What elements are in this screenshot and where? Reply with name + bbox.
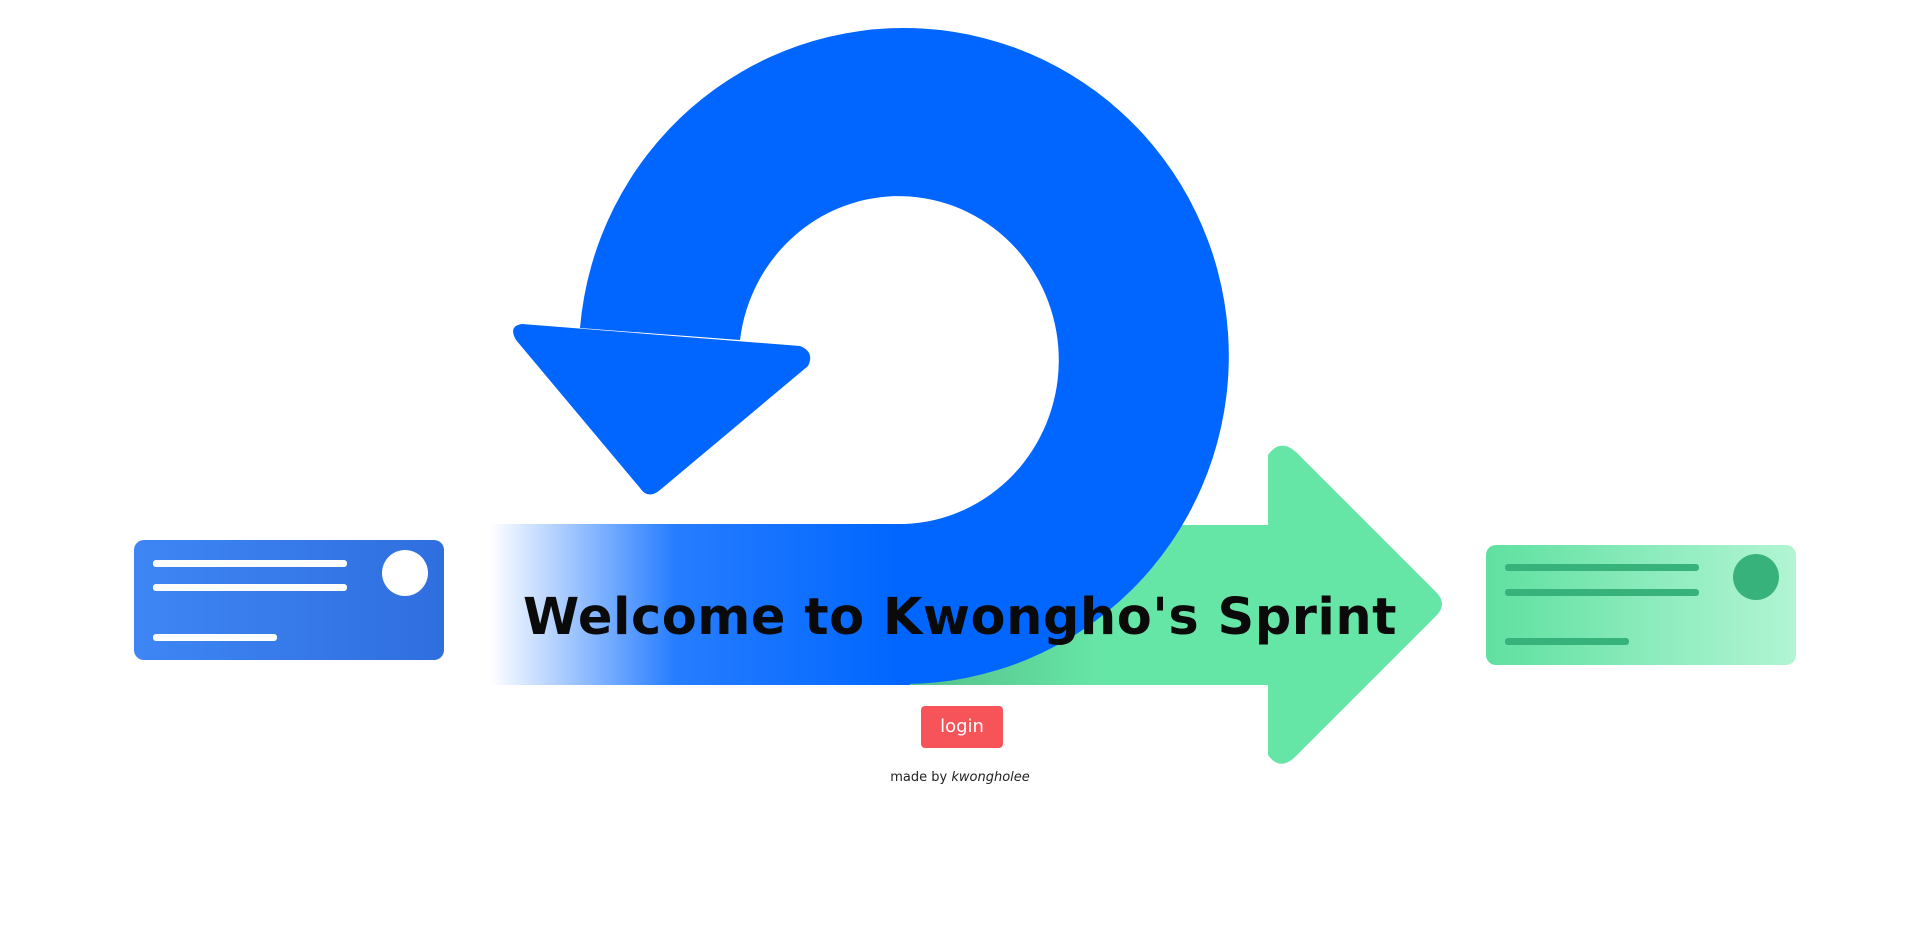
landing-page: Welcome to Kwongho's Sprint login made b… — [0, 0, 1920, 936]
sprint-illustration — [134, 28, 1796, 764]
login-button[interactable]: login — [921, 706, 1003, 748]
credit-line: made by kwongholee — [0, 770, 1920, 785]
credit-prefix: made by — [890, 770, 948, 785]
page-title: Welcome to Kwongho's Sprint — [522, 588, 1398, 647]
credit-author: kwongholee — [951, 770, 1030, 785]
